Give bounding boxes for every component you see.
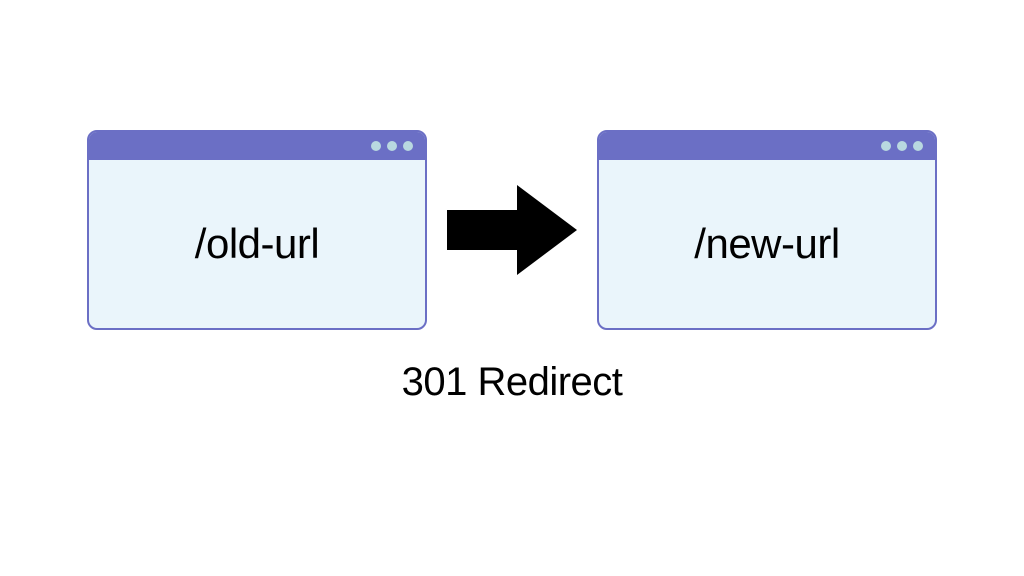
new-url-text: /new-url (694, 220, 839, 268)
browser-body: /old-url (89, 160, 425, 328)
old-url-text: /old-url (195, 220, 319, 268)
new-url-window: /new-url (597, 130, 937, 330)
browser-body: /new-url (599, 160, 935, 328)
arrow-right-icon (447, 180, 577, 280)
dot-icon (371, 141, 381, 151)
redirect-diagram: /old-url /new-url (0, 130, 1024, 330)
browser-titlebar (599, 132, 935, 160)
dot-icon (403, 141, 413, 151)
browser-titlebar (89, 132, 425, 160)
dot-icon (897, 141, 907, 151)
diagram-caption: 301 Redirect (0, 360, 1024, 405)
dot-icon (913, 141, 923, 151)
window-controls-icon (371, 141, 413, 151)
dot-icon (881, 141, 891, 151)
dot-icon (387, 141, 397, 151)
old-url-window: /old-url (87, 130, 427, 330)
window-controls-icon (881, 141, 923, 151)
